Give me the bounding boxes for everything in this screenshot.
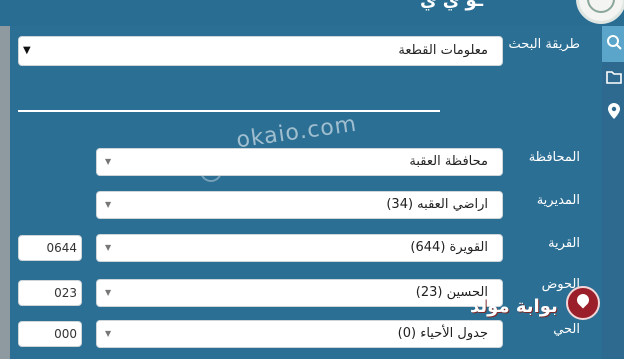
search-method-value: معلومات القطعة bbox=[398, 43, 488, 58]
brand-logo bbox=[566, 286, 600, 320]
governorate-value: محافظة العقبة bbox=[409, 154, 488, 169]
header-title: ـو ي ي bbox=[420, 0, 483, 11]
scrollbar-track[interactable] bbox=[0, 26, 10, 359]
governorate-select[interactable]: محافظة العقبة ▼ bbox=[96, 148, 503, 176]
village-value: القويرة (644) bbox=[410, 240, 488, 255]
village-select[interactable]: القويرة (644) ▼ bbox=[96, 234, 503, 262]
logo-emblem bbox=[587, 0, 615, 13]
section-divider bbox=[18, 110, 440, 112]
search-method-label: طريقة البحث bbox=[508, 37, 580, 52]
search-icon[interactable] bbox=[605, 34, 623, 52]
basin-select[interactable]: الحسين (23) ▼ bbox=[96, 279, 503, 307]
chevron-down-icon: ▼ bbox=[105, 288, 112, 297]
location-pin-icon bbox=[574, 291, 592, 309]
neighborhood-code-field[interactable]: 000 bbox=[18, 321, 82, 347]
neighborhood-select[interactable]: جدول الأحياء (0) ▼ bbox=[96, 320, 503, 348]
directorate-select[interactable]: اراضي العقبه (34) ▼ bbox=[96, 191, 503, 219]
village-code-field[interactable]: 0644 bbox=[18, 235, 82, 261]
folder-icon[interactable] bbox=[605, 70, 623, 88]
governorate-label: المحافظة bbox=[528, 150, 580, 165]
brand-watermark: بوابة مولد bbox=[470, 286, 600, 336]
village-label: القرية bbox=[548, 236, 580, 251]
chevron-down-icon: ▼ bbox=[105, 200, 112, 209]
chevron-down-icon: ▼ bbox=[105, 329, 112, 338]
directorate-value: اراضي العقبه (34) bbox=[386, 197, 488, 212]
search-method-select[interactable]: معلومات القطعة ▼ bbox=[18, 36, 503, 66]
chevron-down-icon: ▼ bbox=[105, 243, 112, 252]
brand-text: بوابة مولد bbox=[470, 296, 558, 317]
map-pin-icon[interactable] bbox=[605, 102, 623, 120]
basin-code-field[interactable]: 023 bbox=[18, 280, 82, 306]
chevron-down-icon: ▼ bbox=[23, 45, 31, 56]
directorate-label: المديرية bbox=[536, 193, 580, 208]
chevron-down-icon: ▼ bbox=[105, 157, 112, 166]
